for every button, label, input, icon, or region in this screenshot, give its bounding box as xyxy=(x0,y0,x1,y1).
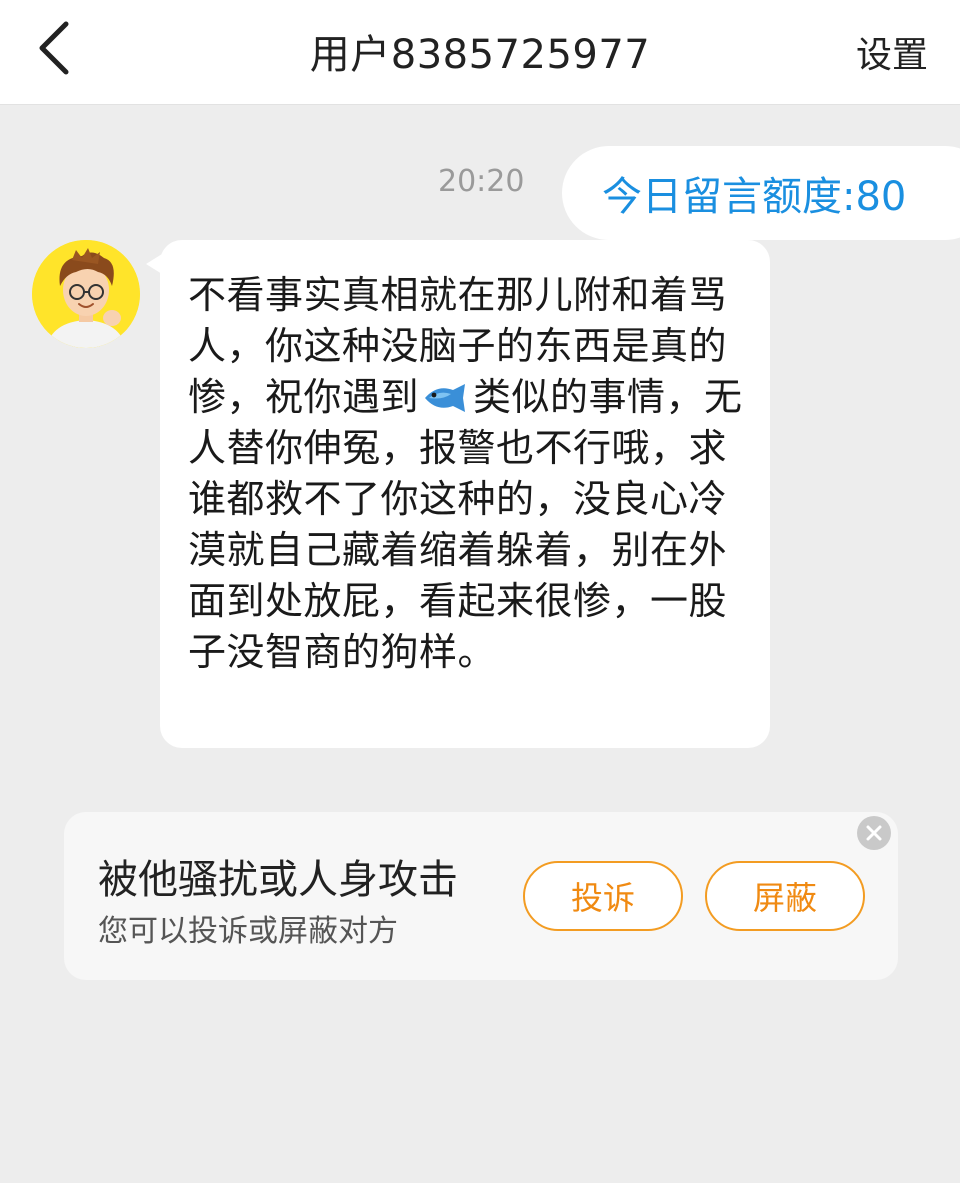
report-title: 被他骚扰或人身攻击 xyxy=(98,857,458,903)
complain-button[interactable]: 投诉 xyxy=(523,861,683,931)
top-bar: 用户8385725977 设置 xyxy=(0,0,960,105)
avatar[interactable] xyxy=(32,240,140,348)
chat-screen: 用户8385725977 设置 20:20 今日留言额度:80 不看事实真相就在… xyxy=(0,0,960,1183)
message-bubble[interactable]: 不看事实真相就在那儿附和着骂人，你这种没脑子的东西是真的惨，祝你遇到 类似的事情… xyxy=(160,240,770,748)
settings-button[interactable]: 设置 xyxy=(856,26,928,78)
report-subtitle: 您可以投诉或屏蔽对方 xyxy=(98,914,398,949)
message-quota-badge: 今日留言额度:80 xyxy=(562,146,960,240)
block-button[interactable]: 屏蔽 xyxy=(705,861,865,931)
fish-icon xyxy=(421,378,471,414)
cartoon-avatar-icon xyxy=(32,240,140,348)
message-text-part: 类似的事情，无人替你伸冤，报警也不行哦，求谁都救不了你这种的，没良心冷漠就自己藏… xyxy=(188,375,743,674)
message-text: 不看事实真相就在那儿附和着骂人，你这种没脑子的东西是真的惨，祝你遇到 类似的事情… xyxy=(188,270,750,678)
message-timestamp: 20:20 xyxy=(438,164,525,199)
page-title: 用户8385725977 xyxy=(309,32,651,78)
close-icon xyxy=(866,825,882,841)
close-button[interactable] xyxy=(857,816,891,850)
